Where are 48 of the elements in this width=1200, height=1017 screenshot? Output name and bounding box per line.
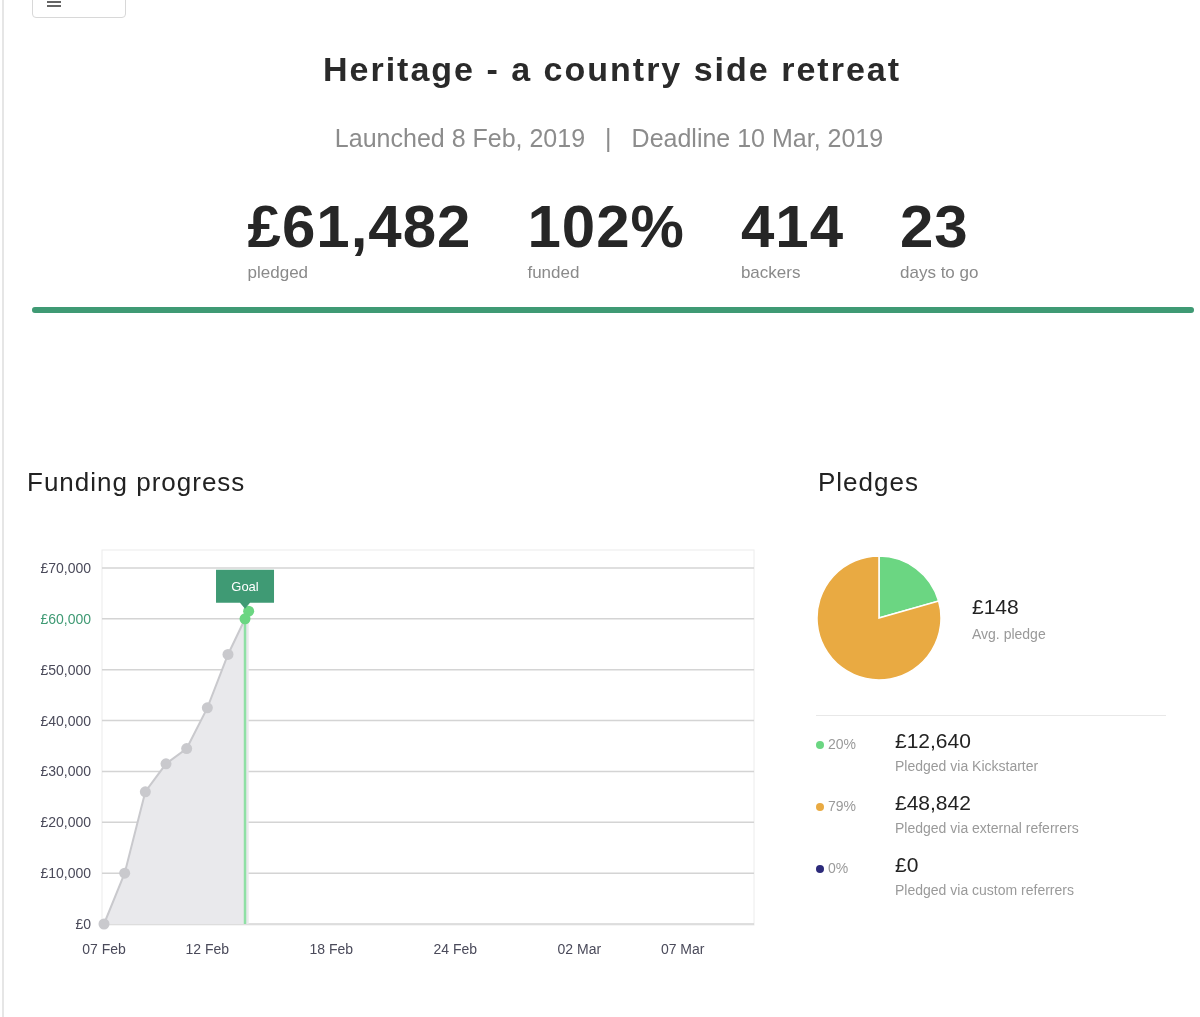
stat-value: 23 [900,195,970,258]
y-axis-label: £30,000 [40,763,91,780]
annotation: Goal [231,578,259,594]
data-point [201,702,213,714]
data-point [160,758,172,770]
x-axis-label: 02 Mar [557,941,602,957]
legend-percent: 20% [828,735,857,754]
stat-value: £61,482 [247,195,472,258]
stat-value: 102% [527,195,685,258]
deadline-date: Deadline 10 Mar, 2019 [631,123,884,154]
x-axis-label: 24 Feb [433,941,478,957]
pledge-amount: £12,640 [895,728,972,754]
pledge-source: Pledged via custom referrers [895,881,1074,900]
average-pledge-amount: £148 [972,593,1020,620]
y-axis-label: £0 [75,916,91,932]
section-title: Funding progress [27,466,247,499]
section-title: Pledges [818,466,920,499]
average-pledge-label: Avg. pledge [972,625,1046,645]
data-point [181,743,193,755]
stat-label: days to go [900,261,979,284]
y-axis-label: £50,000 [40,661,91,678]
x-axis-label: 12 Feb [185,941,230,957]
x-axis-label: 18 Feb [309,941,354,957]
pledge-source: Pledged via external referrers [895,819,1079,838]
y-axis-label: £10,000 [40,865,91,882]
stat-label: backers [740,261,802,284]
launch-date: Launched 8 Feb, 2019 [334,123,586,154]
project-title: Heritage - a country side retreat [322,49,902,90]
y-axis-label: £20,000 [40,814,91,831]
y-axis-label: £40,000 [40,712,91,729]
data-point [139,786,151,798]
pledge-amount: £48,842 [895,790,972,816]
stat-label: pledged [247,261,310,284]
goal-point [239,613,251,625]
legend-percent: 79% [828,797,857,816]
separator: | [605,123,612,154]
y-axis-label: £70,000 [40,560,91,576]
x-axis-label: 07 Mar [660,941,705,957]
y-axis-label: £60,000 [40,610,91,627]
pledge-source: Pledged via Kickstarter [895,757,1039,776]
x-axis-label: 07 Feb [82,941,126,957]
goal-tooltip: Goal [216,569,274,609]
stat-value: 414 [740,195,844,258]
menu-icon [47,0,61,7]
pledge-amount: £0 [895,852,920,878]
stat-label: funded [527,261,581,284]
data-point [222,648,234,660]
legend-percent: 0% [828,859,849,878]
